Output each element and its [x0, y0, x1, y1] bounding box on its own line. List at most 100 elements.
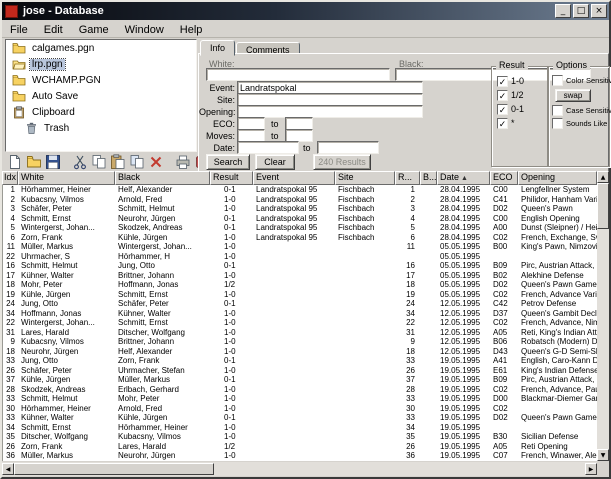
- scroll-up-button[interactable]: ▲: [597, 171, 609, 183]
- minimize-button[interactable]: _: [555, 4, 571, 18]
- result-checkbox-0-1[interactable]: ✓ 0-1: [492, 102, 547, 116]
- table-row[interactable]: 22 Wintergerst, Johan... Schmitt, Ernst 1-0…: [3, 318, 597, 328]
- table-row[interactable]: 33 Kühner, Walter Kühle, Jürgen 0-1 33 19.05.…: [3, 413, 597, 423]
- column-header-idx[interactable]: Idx: [2, 171, 18, 185]
- vertical-scrollbar-track[interactable]: [597, 183, 609, 449]
- table-cell: 19.05.1995: [440, 432, 481, 441]
- table-row[interactable]: 34 Hoffmann, Jonas Kühner, Walter 1-0 34 12.0…: [3, 309, 597, 319]
- option-checkbox-sounds-like[interactable]: Sounds Like: [549, 117, 609, 130]
- column-header-black[interactable]: Black: [115, 171, 210, 185]
- table-row[interactable]: 30 Hörhammer, Heiner Arnold, Fred 1-0 30 19.0…: [3, 404, 597, 414]
- tree-item-lrp-pgn[interactable]: lrp.pgn: [6, 56, 196, 72]
- cut-icon[interactable]: [71, 152, 89, 171]
- scroll-left-button[interactable]: ◀: [2, 463, 14, 475]
- table-cell: [421, 233, 438, 243]
- scroll-down-button[interactable]: ▼: [597, 449, 609, 461]
- table-row[interactable]: 2 Kubacsny, Vilmos Arnold, Fred 1-0 Landrats…: [3, 195, 597, 205]
- table-row[interactable]: 37 Kühle, Jürgen Müller, Markus 0-1 37 19.05.…: [3, 375, 597, 385]
- tree-item-auto-save[interactable]: Auto Save: [6, 88, 196, 104]
- horizontal-scrollbar-thumb[interactable]: [14, 463, 214, 475]
- table-row[interactable]: 9 Kubacsny, Vilmos Brittner, Johann 1-0 9 12.…: [3, 337, 597, 347]
- date-to-input[interactable]: [317, 141, 379, 154]
- copy-icon[interactable]: [90, 152, 108, 171]
- table-vertical-scrollbar[interactable]: ▲ ▼: [597, 171, 609, 461]
- open-icon[interactable]: [25, 152, 43, 171]
- option-checkbox-case-sensitive[interactable]: Case Sensitive: [549, 104, 611, 117]
- table-row[interactable]: 1 Hörhammer, Heiner Helf, Alexander 0-1 Land…: [3, 185, 597, 195]
- table-cell: 22: [406, 318, 415, 327]
- search-button[interactable]: Search: [206, 154, 250, 170]
- duplicate-icon[interactable]: [128, 152, 146, 171]
- close-button[interactable]: ×: [591, 4, 607, 18]
- table-row[interactable]: 19 Kühle, Jürgen Schmitt, Ernst 1-0 19 05.05.…: [3, 290, 597, 300]
- table-row[interactable]: 18 Mohr, Peter Hoffmann, Jonas 1/2 18 05.05.1…: [3, 280, 597, 290]
- table-row[interactable]: 26 Zorn, Frank Lares, Harald 1/2 26 19.05.199…: [3, 442, 597, 452]
- vertical-scrollbar-thumb[interactable]: [597, 183, 609, 229]
- table-row[interactable]: 33 Jung, Otto Zorn, Frank 0-1 33 19.05.1995 A4…: [3, 356, 597, 366]
- tree-item-calgames-pgn[interactable]: calgames.pgn: [6, 40, 196, 56]
- swap-button[interactable]: swap: [555, 89, 591, 102]
- option-checkbox-color-sensitive[interactable]: Color Sensitive: [549, 74, 611, 87]
- tree-item-clipboard[interactable]: Clipboard: [6, 104, 196, 120]
- menu-help[interactable]: Help: [172, 22, 211, 36]
- table-row[interactable]: 24 Jung, Otto Schäfer, Peter 0-1 24 12.05.199…: [3, 299, 597, 309]
- table-row[interactable]: 11 Müller, Markus Wintergerst, Johan... 1-0…: [3, 242, 597, 252]
- menu-edit[interactable]: Edit: [36, 22, 71, 36]
- table-cell: Kühle, Jürgen: [21, 375, 71, 384]
- date-from-input[interactable]: [237, 141, 299, 154]
- table-row[interactable]: 33 Schmitt, Helmut Mohr, Peter 1-0 33 19.05.1…: [3, 394, 597, 404]
- search-tabs: Info Comments: [200, 38, 301, 56]
- column-header-date[interactable]: Date ▲: [437, 171, 490, 185]
- tree-item-label: Trash: [44, 122, 70, 134]
- white-input[interactable]: [206, 68, 390, 81]
- maximize-button[interactable]: □: [573, 4, 589, 18]
- menu-game[interactable]: Game: [71, 22, 117, 36]
- result-checkbox-item[interactable]: ✓ *: [492, 116, 547, 130]
- menu-file[interactable]: File: [2, 22, 36, 36]
- tab-info[interactable]: Info: [200, 40, 236, 56]
- paste-icon[interactable]: [109, 152, 127, 171]
- menu-window[interactable]: Window: [117, 22, 172, 36]
- table-row[interactable]: 26 Schäfer, Peter Uhrmacher, Stefan 1-0 26 19…: [3, 366, 597, 376]
- column-header-b[interactable]: B...: [420, 171, 437, 185]
- save-icon[interactable]: [44, 152, 62, 171]
- table-row[interactable]: 17 Kühner, Walter Brittner, Johann 1-0 17 05.…: [3, 271, 597, 281]
- table-row[interactable]: 28 Skodzek, Andreas Erlbach, Gerhard 1-0 28 1…: [3, 385, 597, 395]
- table-row[interactable]: 5 Wintergerst, Johan... Skodzek, Andreas 0-…: [3, 223, 597, 233]
- search-form: White: Black: Event: Site: Opening: ECO:…: [198, 53, 611, 172]
- column-header-event[interactable]: Event: [253, 171, 335, 185]
- table-cell: 34: [406, 308, 415, 318]
- table-horizontal-scrollbar[interactable]: ◀ ▶: [2, 462, 597, 476]
- table-row[interactable]: 6 Zorn, Frank Kühle, Jürgen 1-0 Landratspoka…: [3, 233, 597, 243]
- result-checkbox-1-2[interactable]: ✓ 1/2: [492, 88, 547, 102]
- delete-icon[interactable]: [147, 152, 165, 171]
- tree-item-wchamp-pgn[interactable]: WCHAMP.PGN: [6, 72, 196, 88]
- table-cell: 4: [10, 213, 15, 223]
- column-header-site[interactable]: Site: [335, 171, 395, 185]
- column-header-opening[interactable]: Opening: [518, 171, 597, 185]
- result-checkbox-1-0[interactable]: ✓ 1-0: [492, 74, 547, 88]
- column-header-result[interactable]: Result: [210, 171, 253, 185]
- horizontal-scrollbar-track[interactable]: [14, 462, 585, 476]
- table-cell: 12.05.1995: [440, 318, 481, 327]
- table-row[interactable]: 18 Neurohr, Jürgen Helf, Alexander 1-0 18 12.…: [3, 347, 597, 357]
- new-icon[interactable]: [6, 152, 24, 171]
- table-row[interactable]: 16 Schmitt, Helmut Jung, Otto 0-1 16 05.05.19…: [3, 261, 597, 271]
- table-cell: 19: [6, 289, 15, 299]
- table-cell: Müller, Markus: [118, 375, 171, 384]
- table-row[interactable]: 36 Müller, Markus Neurohr, Jürgen 1-0 36 19.0…: [3, 451, 597, 461]
- scroll-right-button[interactable]: ▶: [585, 463, 597, 475]
- table-cell: Queen's Gambit Declined,...: [521, 308, 597, 318]
- table-row[interactable]: 22 Uhrmacher, S Hörhammer, H 1-0 05.05.1995: [3, 252, 597, 262]
- table-row[interactable]: 3 Schäfer, Peter Schmitt, Helmut 1-0 Landrat…: [3, 204, 597, 214]
- column-header-r[interactable]: R...: [395, 171, 420, 185]
- table-row[interactable]: 35 Ditscher, Wolfgang Kubacsny, Vilmos 1-0 3…: [3, 432, 597, 442]
- print-icon[interactable]: [174, 152, 192, 171]
- clear-button[interactable]: Clear: [255, 154, 295, 170]
- tree-item-trash[interactable]: Trash: [6, 120, 196, 136]
- table-row[interactable]: 34 Schmitt, Ernst Hörhammer, Heiner 1-0 34 19…: [3, 423, 597, 433]
- table-row[interactable]: 31 Lares, Harald Ditscher, Wolfgang 1-0 31 12…: [3, 328, 597, 338]
- column-header-white[interactable]: White: [18, 171, 115, 185]
- table-row[interactable]: 4 Schmitt, Ernst Neurohr, Jürgen 0-1 Landrat…: [3, 214, 597, 224]
- column-header-eco[interactable]: ECO: [490, 171, 518, 185]
